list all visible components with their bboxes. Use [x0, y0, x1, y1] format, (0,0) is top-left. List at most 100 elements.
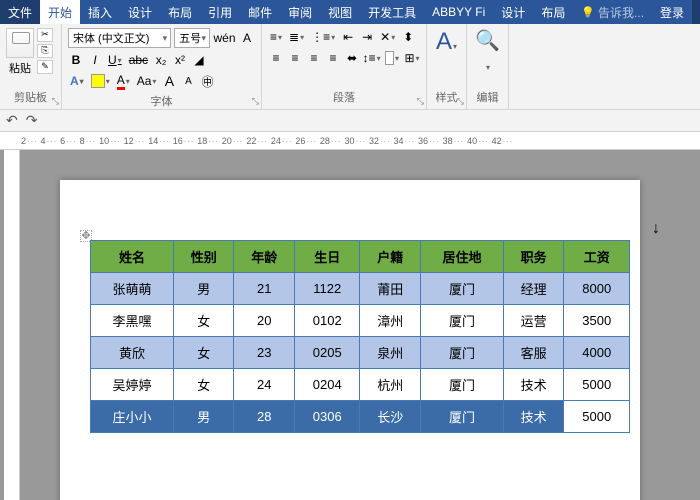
table-header[interactable]: 姓名 [91, 241, 174, 273]
table-cell[interactable]: 0102 [294, 305, 360, 337]
text-effects-button[interactable]: A [68, 72, 86, 90]
tab-home[interactable]: 开始 [40, 0, 80, 24]
copy-button[interactable]: ⎘ [37, 44, 53, 58]
share-button[interactable]: 👤共享 [692, 0, 700, 24]
table-header[interactable]: 年龄 [234, 241, 295, 273]
table-cell[interactable]: 女 [173, 337, 234, 369]
table-cell[interactable]: 吴婷婷 [91, 369, 174, 401]
tab-view[interactable]: 视图 [320, 0, 360, 24]
tab-insert[interactable]: 插入 [80, 0, 120, 24]
table-row[interactable]: 李黑嘿女200102漳州厦门运营3500 [91, 305, 630, 337]
highlight-button[interactable] [89, 72, 112, 90]
italic-button[interactable]: I [87, 51, 103, 69]
table-cell[interactable]: 厦门 [420, 337, 503, 369]
expand-icon[interactable]: ⤡ [417, 96, 424, 107]
expand-icon[interactable]: ⤡ [52, 96, 59, 107]
table-cell[interactable]: 黄欣 [91, 337, 174, 369]
table-cell[interactable]: 0306 [294, 401, 360, 433]
table-cell[interactable]: 长沙 [360, 401, 421, 433]
table-cell[interactable]: 厦门 [420, 273, 503, 305]
table-row[interactable]: 庄小小男280306长沙厦门技术5000 [91, 401, 630, 433]
table-cell[interactable]: 张萌萌 [91, 273, 174, 305]
grow-font-button[interactable]: A [161, 72, 177, 90]
table-cell[interactable]: 28 [234, 401, 295, 433]
justify-button[interactable]: ≡ [325, 49, 341, 67]
table-cell[interactable]: 厦门 [420, 401, 503, 433]
table-cell[interactable]: 运营 [503, 305, 564, 337]
numbering-button[interactable]: ≣ [287, 28, 306, 46]
enclose-button[interactable]: ㊥ [199, 72, 215, 90]
login-button[interactable]: 登录 [652, 0, 692, 24]
table-row[interactable]: 吴婷婷女240204杭州厦门技术5000 [91, 369, 630, 401]
table-header[interactable]: 户籍 [360, 241, 421, 273]
table-move-handle[interactable]: ✥ [80, 230, 92, 242]
tab-table-design[interactable]: 设计 [493, 0, 533, 24]
align-right-button[interactable]: ≡ [306, 49, 322, 67]
table-header[interactable]: 生日 [294, 241, 360, 273]
data-table[interactable]: 姓名性别年龄生日户籍居住地职务工资 张萌萌男211122莆田厦门经理8000李黑… [90, 240, 630, 433]
char-border-button[interactable]: A [239, 29, 255, 47]
table-header[interactable]: 居住地 [420, 241, 503, 273]
table-cell[interactable]: 泉州 [360, 337, 421, 369]
font-name-combo[interactable]: 宋体 (中文正文) [68, 28, 171, 48]
inc-indent-button[interactable]: ⇥ [359, 28, 375, 46]
bold-button[interactable]: B [68, 51, 84, 69]
phonetic-button[interactable]: wén [213, 29, 236, 47]
paste-button[interactable]: 粘贴 [6, 28, 34, 76]
bullets-button[interactable]: ≡ [268, 28, 284, 46]
table-cell[interactable]: 4000 [564, 337, 630, 369]
tab-abbyy[interactable]: ABBYY Fi [424, 0, 493, 24]
table-cell[interactable]: 0204 [294, 369, 360, 401]
font-color-button[interactable]: A [115, 72, 132, 90]
table-cell[interactable]: 技术 [503, 369, 564, 401]
superscript-button[interactable]: x² [172, 51, 188, 69]
tab-mailings[interactable]: 邮件 [240, 0, 280, 24]
underline-button[interactable]: U [106, 51, 124, 69]
find-button[interactable]: 🔍 [473, 28, 502, 76]
shading-button[interactable] [383, 49, 401, 67]
page[interactable]: ✥ ↓ 姓名性别年龄生日户籍居住地职务工资 张萌萌男211122莆田厦门经理80… [60, 180, 640, 500]
table-header[interactable]: 性别 [173, 241, 234, 273]
table-cell[interactable]: 21 [234, 273, 295, 305]
format-painter-button[interactable]: ✎ [37, 60, 53, 74]
tab-developer[interactable]: 开发工具 [360, 0, 424, 24]
multilevel-button[interactable]: ⋮≡ [309, 28, 337, 46]
table-header[interactable]: 工资 [564, 241, 630, 273]
align-left-button[interactable]: ≡ [268, 49, 284, 67]
table-cell[interactable]: 1122 [294, 273, 360, 305]
undo-button[interactable]: ↶ [6, 112, 18, 129]
font-size-combo[interactable]: 五号 [174, 28, 210, 48]
vertical-ruler[interactable] [4, 150, 20, 500]
table-header[interactable]: 职务 [503, 241, 564, 273]
tab-design[interactable]: 设计 [120, 0, 160, 24]
table-cell[interactable]: 女 [173, 305, 234, 337]
tell-me[interactable]: 💡告诉我... [573, 0, 652, 24]
table-cell[interactable]: 3500 [564, 305, 630, 337]
table-cell[interactable]: 5000 [564, 401, 630, 433]
table-cell[interactable]: 经理 [503, 273, 564, 305]
table-row[interactable]: 黄欣女230205泉州厦门客服4000 [91, 337, 630, 369]
table-cell[interactable]: 李黑嘿 [91, 305, 174, 337]
tab-review[interactable]: 审阅 [280, 0, 320, 24]
clear-format-button[interactable]: ◢ [191, 51, 207, 69]
table-cell[interactable]: 厦门 [420, 305, 503, 337]
subscript-button[interactable]: x₂ [153, 51, 169, 69]
table-cell[interactable]: 23 [234, 337, 295, 369]
table-cell[interactable]: 莆田 [360, 273, 421, 305]
cut-button[interactable]: ✂ [37, 28, 53, 42]
borders-button[interactable]: ⊞ [404, 49, 420, 67]
table-cell[interactable]: 24 [234, 369, 295, 401]
sort-button[interactable]: ⬍ [400, 28, 416, 46]
expand-icon[interactable]: ⤡ [457, 96, 464, 107]
horizontal-ruler[interactable]: 2∙∙∙4∙∙∙6∙∙∙8∙∙∙10∙∙∙12∙∙∙14∙∙∙16∙∙∙18∙∙… [0, 132, 700, 150]
text-direction-button[interactable]: ✕ [378, 28, 397, 46]
table-cell[interactable]: 男 [173, 401, 234, 433]
table-cell[interactable]: 杭州 [360, 369, 421, 401]
table-cell[interactable]: 厦门 [420, 369, 503, 401]
tab-table-layout[interactable]: 布局 [533, 0, 573, 24]
strike-button[interactable]: abc [127, 51, 150, 69]
dec-indent-button[interactable]: ⇤ [340, 28, 356, 46]
table-cell[interactable]: 女 [173, 369, 234, 401]
line-spacing-button[interactable]: ↕≡ [363, 49, 380, 67]
align-center-button[interactable]: ≡ [287, 49, 303, 67]
